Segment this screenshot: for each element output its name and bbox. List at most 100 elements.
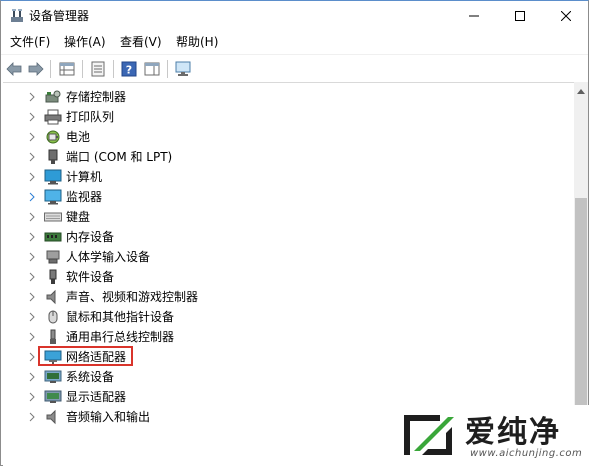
properties-icon [91,61,105,77]
menu-view[interactable]: 查看(V) [120,34,162,51]
properties-button[interactable] [87,58,109,80]
pane-icon [144,62,160,76]
tree-item[interactable]: 计算机 [3,167,563,187]
tree-item-label: 人体学输入设备 [66,250,151,264]
back-button[interactable] [3,58,25,80]
scan-hardware-button[interactable] [172,58,194,80]
tree-item[interactable]: 打印队列 [3,107,563,127]
monitor-scan-icon [175,61,191,76]
tree-item-label: 显示适配器 [66,390,127,404]
tree-item-label: 键盘 [66,210,91,224]
computer-icon [44,169,62,185]
storage-controller-icon [44,89,62,105]
chevron-right-icon[interactable] [27,331,37,343]
chevron-right-icon[interactable] [27,371,37,383]
tree-item[interactable]: 软件设备 [3,267,563,287]
tree-item-label: 监视器 [66,190,103,204]
hid-icon [44,249,62,265]
minimize-button[interactable] [451,1,497,31]
memory-icon [44,229,62,245]
watermark: 爱纯净 www.aichunjing.com [390,405,590,467]
properties-view-button[interactable] [56,58,78,80]
monitor-icon [44,189,62,205]
system-device-icon [44,369,62,385]
menu-bar: 文件(F) 操作(A) 查看(V) 帮助(H) [1,32,588,53]
forward-arrow-icon [28,62,44,76]
tree-item[interactable]: 显示适配器 [3,387,563,407]
chevron-right-icon[interactable] [27,91,37,103]
speaker-icon [44,289,62,305]
chevron-right-icon[interactable] [27,231,37,243]
chevron-right-icon[interactable] [27,271,37,283]
toolbar-separator [82,60,83,78]
tree-item-label: 内存设备 [66,230,115,244]
tree-item-label: 存储控制器 [66,90,127,104]
window-title: 设备管理器 [29,9,90,23]
tree-item[interactable]: 键盘 [3,207,563,227]
tree-item-label: 软件设备 [66,270,115,284]
tree-item[interactable]: 电池 [3,127,563,147]
chevron-right-icon[interactable] [27,111,37,123]
chevron-right-icon[interactable] [27,291,37,303]
grid-view-icon [59,62,75,76]
chevron-right-icon[interactable] [27,131,37,143]
chevron-right-icon[interactable] [27,311,37,323]
chevron-right-icon[interactable] [27,391,37,403]
tree-item-label: 计算机 [66,170,103,184]
display-adapter-icon [44,389,62,405]
watermark-brand-name: 爱纯净 [465,415,561,450]
mouse-icon [44,309,62,325]
svg-text:?: ? [126,64,132,77]
tree-item-label: 声音、视频和游戏控制器 [66,290,199,304]
tree-item-label: 电池 [66,130,91,144]
battery-icon [44,129,62,145]
title-bar[interactable]: 设备管理器 [1,1,588,31]
audio-io-icon [44,409,62,425]
toolbar-separator [50,60,51,78]
chevron-right-icon[interactable] [27,171,37,183]
tree-item[interactable]: 人体学输入设备 [3,247,563,267]
network-adapter-icon [44,349,62,365]
chevron-right-icon[interactable] [27,251,37,263]
chevron-right-icon[interactable] [27,411,37,423]
tree-item-label: 网络适配器 [66,350,127,364]
forward-button[interactable] [25,58,47,80]
tree-item[interactable]: 通用串行总线控制器 [3,327,563,347]
help-button[interactable]: ? [118,58,140,80]
menu-file[interactable]: 文件(F) [10,34,50,51]
close-button[interactable] [543,1,589,31]
toolbar-separator [113,60,114,78]
minimize-icon [469,15,479,17]
watermark-logo-icon [404,415,454,455]
chevron-right-icon[interactable] [27,351,37,363]
tree-item[interactable]: 网络适配器 [3,346,563,367]
tree-item-label: 音频输入和输出 [66,410,151,424]
tree-item-label: 鼠标和其他指针设备 [66,310,175,324]
scroll-up-arrow-icon[interactable] [577,88,585,94]
watermark-url: www.aichunjing.com [470,448,583,459]
maximize-icon [515,11,525,21]
tree-item[interactable]: 系统设备 [3,367,563,387]
tree-item[interactable]: 内存设备 [3,227,563,247]
tree-item-label: 通用串行总线控制器 [66,330,175,344]
port-icon [44,149,62,165]
software-device-icon [44,269,62,285]
chevron-right-icon[interactable] [27,151,37,163]
keyboard-icon [44,209,62,225]
chevron-right-icon[interactable] [27,191,37,203]
tree-item[interactable]: 端口 (COM 和 LPT) [3,147,563,167]
tree-item[interactable]: 存储控制器 [3,87,563,107]
usb-icon [44,329,62,345]
menu-action[interactable]: 操作(A) [64,34,106,51]
toolbar-separator [167,60,168,78]
menu-help[interactable]: 帮助(H) [176,34,218,51]
device-manager-window: 设备管理器 文件(F) 操作(A) 查看(V) 帮助(H) ? 存储控制器 打印… [0,0,590,467]
pane-button[interactable] [141,58,163,80]
maximize-button[interactable] [497,1,543,31]
help-icon: ? [121,61,137,77]
tree-item[interactable]: 声音、视频和游戏控制器 [3,287,563,307]
close-icon [561,11,571,21]
tree-item[interactable]: 鼠标和其他指针设备 [3,307,563,327]
chevron-right-icon[interactable] [27,211,37,223]
tree-item[interactable]: 监视器 [3,187,563,207]
